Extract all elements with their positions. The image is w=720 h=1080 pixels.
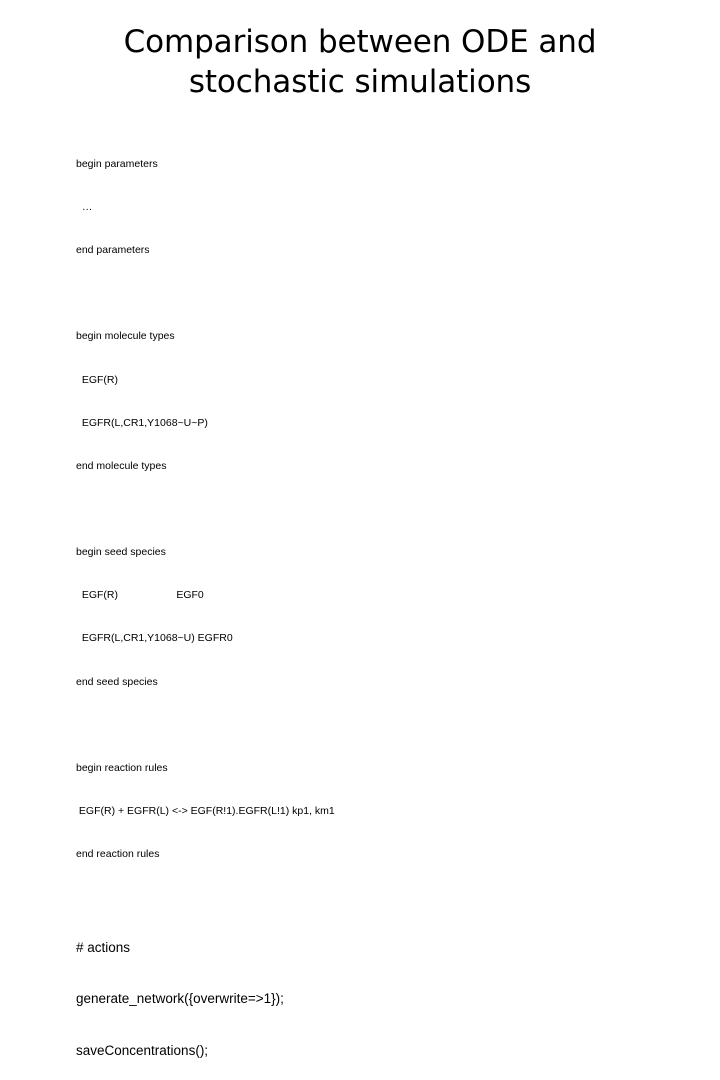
code-line: begin reaction rules	[76, 761, 168, 774]
model-code-body: begin parameters … end parameters begin …	[76, 128, 656, 1080]
molecule-types-block: begin molecule types EGF(R) EGFR(L,CR1,Y…	[76, 300, 656, 502]
code-line: begin parameters	[76, 157, 158, 170]
action-generate-network: generate_network({overwrite=>1});	[76, 991, 284, 1007]
code-line: end seed species	[76, 675, 158, 688]
code-line: EGF(R)	[76, 373, 118, 386]
code-line: end parameters	[76, 244, 150, 257]
code-line: …	[76, 201, 93, 214]
page-title: Comparison between ODE and stochastic si…	[123, 24, 597, 100]
slide-canvas: Comparison between ODE and stochastic si…	[0, 0, 720, 1058]
code-line: EGFR(L,CR1,Y1068~U) EGFR0	[76, 632, 233, 645]
code-line: begin molecule types	[76, 330, 175, 343]
actions-block: # actions generate_network({overwrite=>1…	[76, 904, 656, 1080]
code-line: begin seed species	[76, 545, 166, 558]
code-line: end reaction rules	[76, 848, 160, 861]
code-line: EGF(R) + EGFR(L) <-> EGF(R!1).EGFR(L!1) …	[76, 804, 335, 817]
parameters-block: begin parameters … end parameters	[76, 128, 656, 286]
actions-comment-line: # actions	[76, 939, 131, 955]
code-line: EGFR(L,CR1,Y1068~U~P)	[76, 416, 208, 429]
code-line: end molecule types	[76, 459, 167, 472]
code-line: EGF(R) EGF0	[76, 589, 204, 602]
action-save-concentrations: saveConcentrations();	[76, 1042, 209, 1058]
reaction-rules-block: begin reaction rules EGF(R) + EGFR(L) <-…	[76, 732, 656, 890]
seed-species-block: begin seed species EGF(R) EGF0 EGFR(L,CR…	[76, 516, 656, 718]
